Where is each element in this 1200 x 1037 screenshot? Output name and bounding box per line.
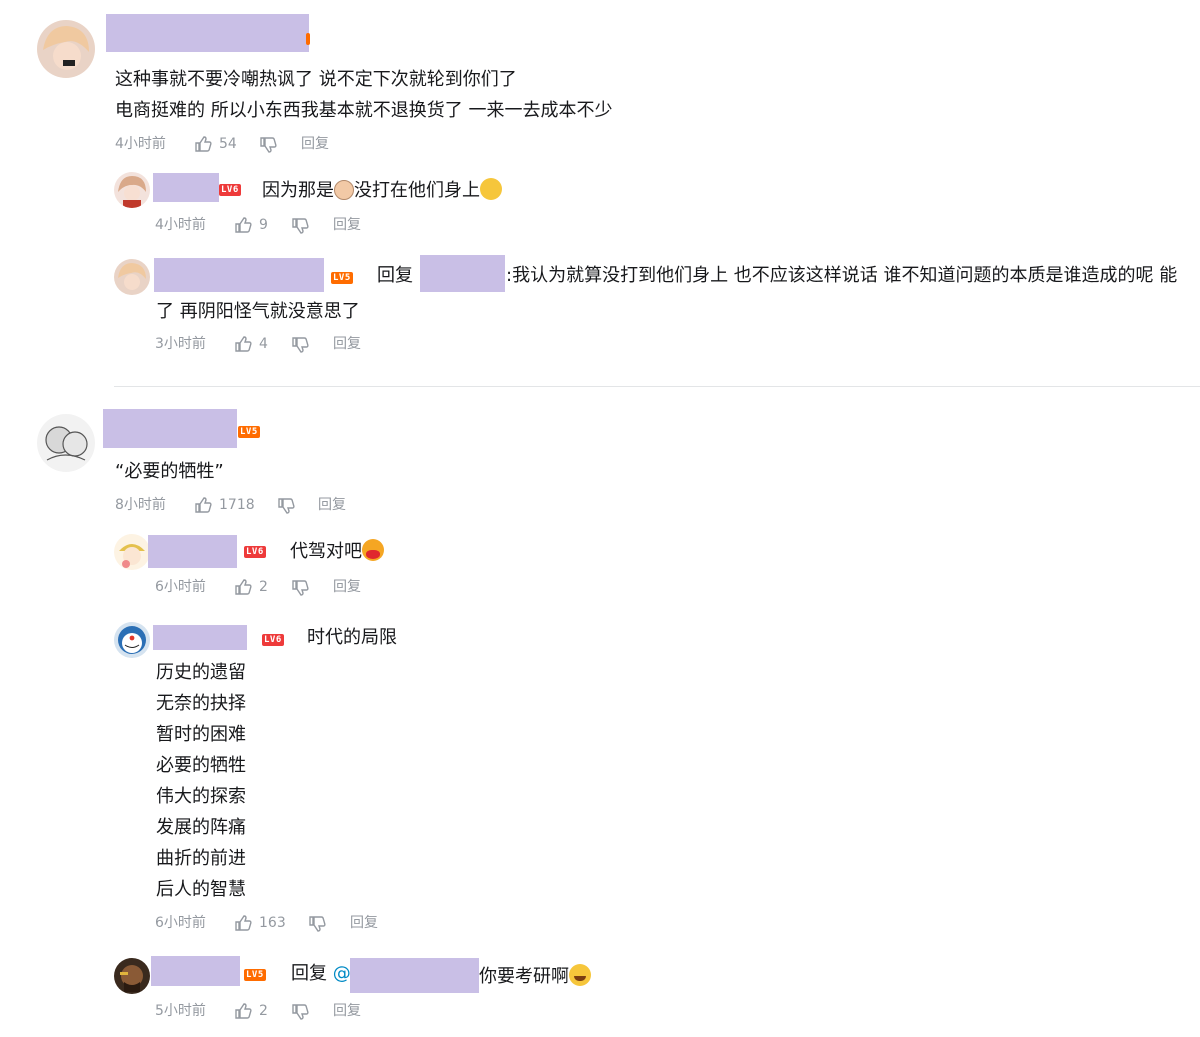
like-count: 2 — [259, 579, 268, 595]
mention-link[interactable]: @ — [333, 963, 351, 984]
like-count: 4 — [259, 336, 268, 352]
comment-text: 电商挺难的 所以小东西我基本就不退换货了 一来一去成本不少 — [115, 100, 613, 121]
level-badge: LV6 — [219, 184, 241, 196]
like-icon[interactable] — [234, 914, 252, 932]
reply-text: :我认为就算没打到他们身上 也不应该这样说话 谁不知道问题的本质是谁造成的呢 能 — [506, 265, 1178, 286]
avatar[interactable] — [37, 20, 95, 78]
reply-text: 因为那是 没打在他们身上 — [262, 178, 502, 201]
reply-text-line: 后人的智慧 — [156, 879, 246, 900]
laughing-emoji-icon — [569, 964, 591, 986]
level-badge: LV6 — [262, 634, 284, 646]
dislike-icon[interactable] — [291, 1003, 309, 1021]
reply-time: 3小时前 — [155, 336, 206, 352]
like-icon[interactable] — [194, 496, 212, 514]
avatar[interactable] — [114, 259, 150, 295]
reply-text-line: 发展的阵痛 — [156, 817, 246, 838]
reply-button[interactable]: 回复 — [333, 1002, 361, 1020]
redacted-username[interactable] — [148, 535, 237, 568]
reply-text-continued: 了 再阴阳怪气就没意思了 — [156, 301, 360, 322]
redacted-mention[interactable] — [420, 255, 505, 292]
dislike-icon[interactable] — [291, 579, 309, 597]
reply-text-line: 必要的牺牲 — [156, 755, 246, 776]
redacted-username[interactable] — [103, 409, 237, 448]
reply-text-line: 曲折的前进 — [156, 848, 246, 869]
reply-button[interactable]: 回复 — [350, 914, 378, 932]
dislike-icon[interactable] — [291, 217, 309, 235]
reply-button[interactable]: 回复 — [318, 496, 346, 514]
reply-text-line: 历史的遗留 — [156, 662, 246, 683]
reply-prefix: 回复 @ — [291, 963, 351, 984]
reply-button[interactable]: 回复 — [301, 135, 329, 153]
redacted-username[interactable] — [153, 173, 219, 202]
like-count: 163 — [259, 915, 286, 931]
reply-prefix: 回复 — [377, 265, 413, 286]
dislike-icon[interactable] — [291, 336, 309, 354]
comment-text: 这种事就不要冷嘲热讽了 说不定下次就轮到你们了 — [115, 69, 517, 90]
comment-time: 4小时前 — [115, 136, 166, 152]
reply-text-line: 无奈的抉择 — [156, 693, 246, 714]
redacted-username[interactable] — [154, 258, 324, 292]
like-icon[interactable] — [234, 1002, 252, 1020]
avatar[interactable] — [114, 622, 150, 658]
dislike-icon[interactable] — [259, 136, 277, 154]
reply-button[interactable]: 回复 — [333, 578, 361, 596]
reply-time: 6小时前 — [155, 579, 206, 595]
level-badge: LV5 — [244, 969, 266, 981]
reply-time: 5小时前 — [155, 1003, 206, 1019]
like-count: 9 — [259, 217, 268, 233]
reply-text: 你要考研啊 — [479, 964, 591, 987]
dislike-icon[interactable] — [277, 497, 295, 515]
level-badge: LV5 — [331, 272, 353, 284]
redacted-mention[interactable] — [350, 958, 479, 993]
redacted-username[interactable] — [106, 14, 309, 52]
reply-text-line: 暂时的困难 — [156, 724, 246, 745]
comment-time: 8小时前 — [115, 497, 166, 513]
avatar[interactable] — [37, 414, 95, 472]
like-icon[interactable] — [234, 578, 252, 596]
reply-time: 4小时前 — [155, 217, 206, 233]
level-badge: LV6 — [244, 546, 266, 558]
grin-emoji-icon — [480, 178, 502, 200]
reply-text: 时代的局限 — [307, 627, 397, 648]
like-count: 2 — [259, 1003, 268, 1019]
reply-text: 代驾对吧 — [290, 539, 384, 562]
avatar[interactable] — [114, 534, 150, 570]
heart-face-emoji-icon — [362, 539, 384, 561]
avatar[interactable] — [114, 172, 150, 208]
dislike-icon[interactable] — [308, 915, 326, 933]
level-badge: LV5 — [238, 426, 260, 438]
reply-button[interactable]: 回复 — [333, 335, 361, 353]
fist-emoji-icon — [334, 180, 354, 200]
comment-text: “必要的牺牲” — [115, 461, 224, 482]
avatar[interactable] — [114, 958, 150, 994]
like-icon[interactable] — [194, 135, 212, 153]
redacted-username[interactable] — [153, 625, 247, 650]
reply-text-line: 伟大的探索 — [156, 786, 246, 807]
reply-button[interactable]: 回复 — [333, 216, 361, 234]
redacted-username[interactable] — [151, 956, 240, 986]
level-badge — [306, 33, 310, 45]
like-icon[interactable] — [234, 335, 252, 353]
like-count: 54 — [219, 136, 237, 152]
reply-time: 6小时前 — [155, 915, 206, 931]
like-icon[interactable] — [234, 216, 252, 234]
divider — [114, 386, 1200, 387]
like-count: 1718 — [219, 497, 255, 513]
